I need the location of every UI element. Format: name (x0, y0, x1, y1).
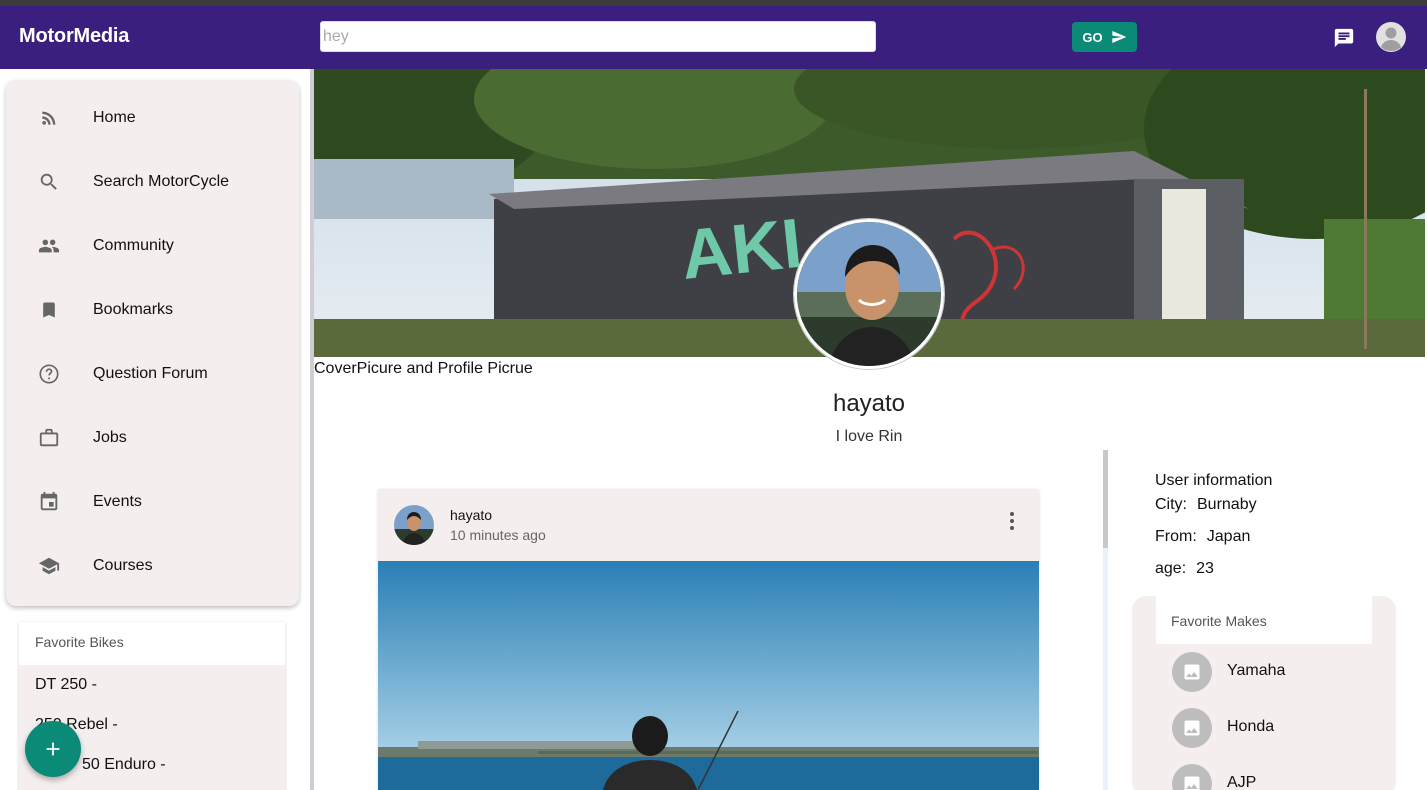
nav-item-jobs[interactable]: Jobs (6, 406, 299, 470)
image-icon (1172, 708, 1212, 748)
search-icon (38, 171, 60, 193)
favorite-makes-title: Favorite Makes (1171, 613, 1267, 629)
user-info-title: User information (1155, 472, 1273, 489)
nav-label-events: Events (93, 493, 142, 510)
nav-item-community[interactable]: Community (6, 214, 299, 278)
chat-icon[interactable] (1333, 27, 1355, 49)
nav-label-community: Community (93, 237, 174, 254)
post-author[interactable]: hayato (450, 507, 492, 523)
city-label: City: (1155, 496, 1187, 513)
favorite-make-label: AJP (1227, 774, 1257, 790)
people-icon (38, 235, 60, 257)
nav-label-question-forum: Question Forum (93, 365, 208, 382)
rss-feed-icon (38, 107, 60, 129)
nav-item-events[interactable]: Events (6, 470, 299, 534)
favorite-makes-header: Favorite Makes (1156, 596, 1372, 644)
post-photo (378, 561, 1039, 790)
nav-item-question-forum[interactable]: Question Forum (6, 342, 299, 406)
add-fab-button[interactable] (25, 721, 81, 777)
nav-item-courses[interactable]: Courses (6, 534, 299, 598)
profile-bio: I love Rin (835, 428, 903, 445)
image-icon (1172, 764, 1212, 790)
favorite-bikes-title: Favorite Bikes (35, 634, 124, 650)
age-value: 23 (1196, 560, 1214, 577)
account-avatar-icon[interactable] (1376, 22, 1406, 52)
nav-item-search-motorcycle[interactable]: Search MotorCycle (6, 150, 299, 214)
nav-item-bookmarks[interactable]: Bookmarks (6, 278, 299, 342)
city-value: Burnaby (1197, 496, 1257, 513)
post-timestamp: 10 minutes ago (450, 527, 546, 543)
go-button[interactable]: GO (1072, 22, 1137, 52)
age-label: age: (1155, 560, 1187, 577)
app-bar: MotorMedia GO (0, 6, 1427, 69)
favorite-make-label: Honda (1227, 718, 1275, 735)
more-vert-icon[interactable] (1000, 509, 1024, 533)
post-card: hayato 10 minutes ago (378, 489, 1039, 790)
nav-drawer: Home Search MotorCycle Community Bookmar… (6, 80, 299, 606)
user-info-city: City: Burnaby (1155, 496, 1257, 514)
calendar-icon (38, 491, 60, 513)
profile-image (797, 222, 941, 366)
post-image[interactable] (378, 561, 1039, 790)
school-icon (38, 555, 60, 577)
from-label: From: (1155, 528, 1197, 545)
favorite-make-label: Yamaha (1227, 662, 1286, 679)
svg-text:AKI: AKI (677, 204, 805, 294)
nav-label-courses: Courses (93, 557, 153, 574)
search-input[interactable] (320, 21, 876, 52)
bookmark-icon (38, 299, 60, 321)
nav-label-jobs: Jobs (93, 429, 127, 446)
favorite-bike-item[interactable]: 50 Enduro - (82, 756, 166, 774)
user-info-age: age: 23 (1155, 560, 1214, 578)
user-info-from: From: Japan (1155, 528, 1250, 546)
favorite-make-item[interactable]: Honda (1172, 708, 1382, 748)
plus-icon (46, 742, 60, 756)
help-circle-icon (38, 363, 60, 385)
favorite-make-item[interactable]: AJP (1172, 764, 1382, 790)
nav-label-home: Home (93, 109, 136, 126)
nav-label-search-motorcycle: Search MotorCycle (93, 173, 230, 190)
nav-item-home[interactable]: Home (6, 86, 299, 150)
nav-label-bookmarks: Bookmarks (93, 301, 174, 318)
post-author-avatar[interactable] (394, 505, 434, 545)
from-value: Japan (1206, 528, 1251, 545)
profile-username: hayato (832, 390, 906, 417)
send-icon (1111, 31, 1126, 43)
favorite-bikes-header: Favorite Bikes (19, 622, 285, 665)
image-icon (1172, 652, 1212, 692)
right-divider-thumb[interactable] (1103, 450, 1108, 548)
favorite-makes-card: Favorite Makes Yamaha Honda AJP (1132, 596, 1396, 790)
post-avatar-image (394, 505, 434, 545)
favorite-bike-item[interactable]: DT 250 - (35, 676, 97, 694)
cover-caption: CoverPicure and Profile Picrue (314, 360, 533, 377)
favorite-make-item[interactable]: Yamaha (1172, 652, 1382, 692)
briefcase-icon (38, 427, 60, 449)
go-button-label: GO (1082, 29, 1103, 45)
profile-picture[interactable] (794, 219, 944, 369)
brand-logo[interactable]: MotorMedia (19, 25, 129, 48)
